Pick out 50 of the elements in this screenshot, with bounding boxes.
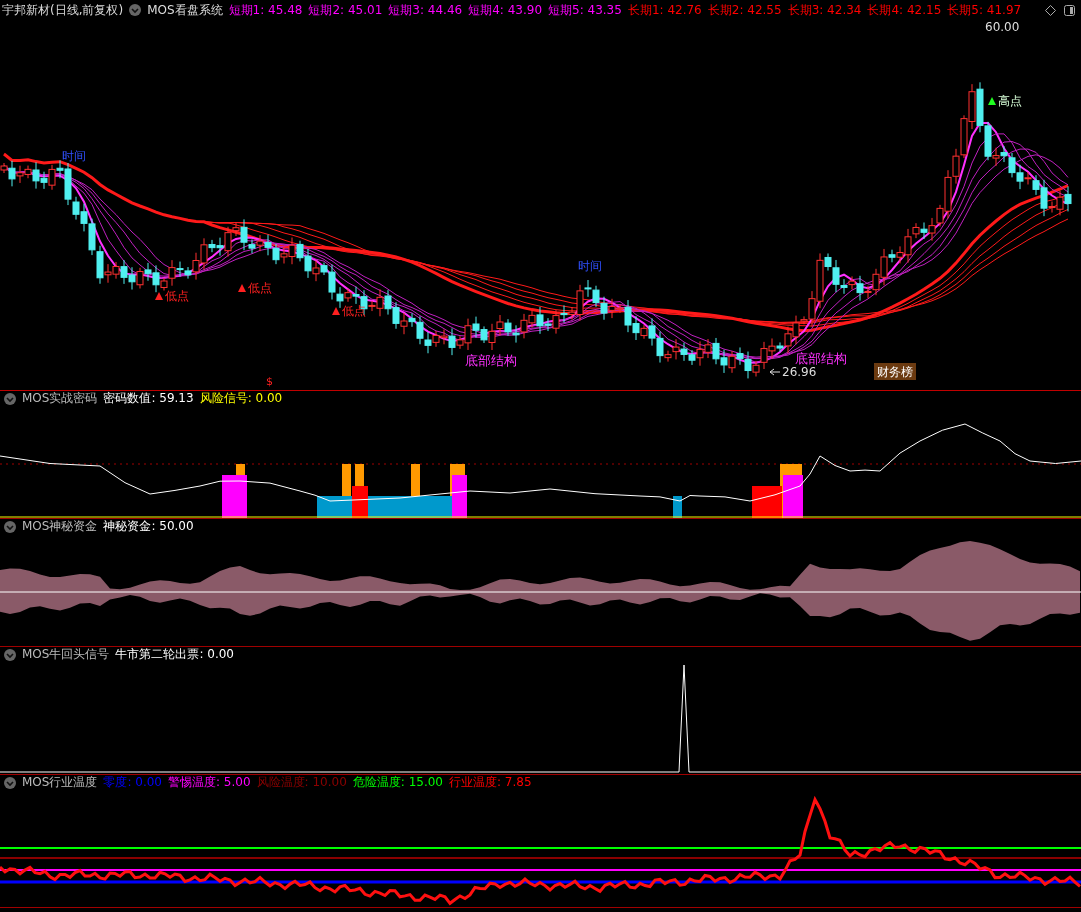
price-label: 60.00 (985, 20, 1020, 34)
indicator-value: 风险信号: 0.00 (199, 391, 283, 406)
indicator-value: 风险温度: 10.00 (256, 775, 347, 790)
indicator-value: 长期5: 41.97 (947, 2, 1022, 18)
triangle-marker-icon (332, 307, 340, 315)
chart-annotation: 低点 (342, 304, 366, 318)
collapse-icon[interactable] (4, 520, 16, 533)
indicator-value: 神秘资金: 50.00 (103, 519, 194, 534)
indicator-value: 长期2: 42.55 (707, 2, 782, 18)
collapse-icon[interactable] (4, 648, 16, 661)
collapse-icon[interactable] (129, 4, 142, 16)
diamond-icon[interactable] (1045, 4, 1056, 16)
price-label: 26.96 (782, 365, 817, 379)
financial-badge: 财务榜 (874, 363, 916, 380)
indicator-value: 牛市第二轮出票: 0.00 (115, 647, 234, 662)
indicator-value: 长期4: 42.15 (867, 2, 942, 18)
panel-toggle-icon[interactable] (1064, 4, 1075, 16)
indicator-value: 行业温度: 7.85 (449, 775, 532, 790)
chart-annotation: 时间 (62, 149, 86, 163)
chart-annotation: 时间 (578, 259, 602, 273)
indicator-value: 长期1: 42.76 (627, 2, 702, 18)
chart-annotation: $ (266, 375, 273, 388)
panel-title: MOS行业温度 (22, 775, 98, 790)
collapse-icon[interactable] (4, 392, 16, 405)
panel-title: MOS实战密码 (22, 391, 98, 406)
triangle-marker-icon (988, 97, 996, 105)
indicator-value: 警惕温度: 5.00 (168, 775, 251, 790)
indicator-value: 短期3: 44.46 (388, 2, 463, 18)
chart-annotation: 底部结构 (795, 351, 847, 366)
triangle-marker-icon (155, 292, 163, 300)
chart-annotation: 底部结构 (465, 353, 517, 368)
chart-annotation: 高点 (998, 94, 1022, 108)
indicator-value: 短期4: 43.90 (468, 2, 543, 18)
collapse-icon[interactable] (4, 776, 16, 789)
indicator-value: 短期5: 43.35 (548, 2, 622, 18)
indicator-title: MOS看盘系统 (147, 2, 223, 18)
panel-title: MOS神秘资金 (22, 519, 98, 534)
chart-annotation: 低点 (248, 281, 272, 295)
arrow-icon (769, 368, 781, 376)
chart-annotation: 低点 (165, 289, 189, 303)
indicator-value: 密码数值: 59.13 (103, 391, 194, 406)
indicator-value: 短期2: 45.01 (308, 2, 383, 18)
panel-title: MOS牛回头信号 (22, 647, 110, 662)
indicator-value: 长期3: 42.34 (787, 2, 862, 18)
stock-title: 宇邦新材(日线,前复权) (2, 2, 124, 18)
indicator-value: 短期1: 45.48 (228, 2, 303, 18)
signal-bar (673, 496, 682, 518)
indicator-value: 危险温度: 15.00 (352, 775, 443, 790)
triangle-marker-icon (238, 284, 246, 292)
indicator-value: 零度: 0.00 (103, 775, 162, 790)
